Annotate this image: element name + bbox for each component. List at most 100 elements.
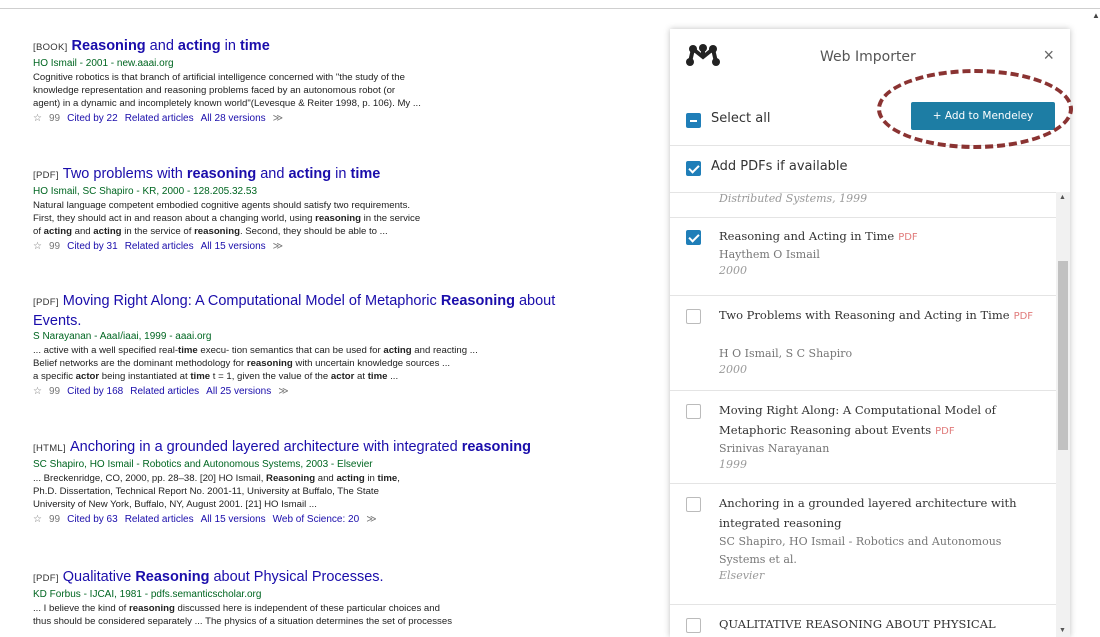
panel-scrollbar[interactable]: ▲ ▼ — [1056, 192, 1070, 637]
search-result: [BOOK] Reasoning and acting in time HO Ism… — [33, 37, 663, 127]
pdf-badge: PDF — [1013, 311, 1034, 322]
result-type-badge: [BOOK] — [33, 42, 68, 53]
result-link[interactable]: Related articles — [125, 113, 194, 124]
list-item[interactable]: Moving Right Along: A Computational Mode… — [670, 391, 1056, 484]
save-star-icon[interactable]: ☆ — [33, 386, 42, 397]
result-link[interactable]: Cited by 31 — [67, 241, 118, 252]
result-snippet: Cognitive robotics is that branch of art… — [33, 72, 421, 109]
select-all-label: Select all — [711, 111, 771, 126]
result-authors[interactable]: KD Forbus - IJCAI, 1981 - pdfs.semantics… — [33, 588, 663, 602]
item-title: QUALITATIVE REASONING ABOUT PHYSICAL — [719, 617, 996, 631]
result-link[interactable]: Related articles — [125, 514, 194, 525]
list-item-previous: Distributed Systems, 1999 — [670, 192, 1056, 218]
item-title: Moving Right Along: A Computational Mode… — [719, 403, 996, 437]
item-checkbox[interactable] — [686, 230, 701, 245]
result-title-link-cont[interactable]: Events. — [33, 312, 663, 330]
previous-item-fragment: Distributed Systems, 1999 — [719, 192, 868, 205]
add-pdfs-checkbox[interactable] — [686, 161, 701, 176]
annotation-ellipse — [877, 69, 1073, 149]
item-year: Elsevier — [719, 569, 765, 582]
item-checkbox[interactable] — [686, 309, 701, 324]
page-scrollbar[interactable]: ▲ — [1090, 8, 1100, 637]
item-authors: Srinivas Narayanan — [719, 442, 830, 455]
add-pdfs-label: Add PDFs if available — [711, 159, 848, 174]
search-result: [PDF] Moving Right Along: A Computational… — [33, 292, 663, 400]
result-links: ☆ 99 Cited by 168 Related articles All 25 ve… — [33, 384, 663, 400]
import-list: Distributed Systems, 1999 Reasoning and … — [670, 192, 1056, 637]
result-authors[interactable]: SC Shapiro, HO Ismail - Robotics and Aut… — [33, 458, 663, 472]
result-links: ☆ 99 Cited by 31 Related articles All 15 ver… — [33, 239, 663, 255]
cite-icon[interactable]: 99 — [49, 241, 60, 252]
result-links: ☆ 99 Cited by 22 Related articles All 28 ver… — [33, 111, 663, 127]
result-link[interactable]: Cited by 168 — [67, 386, 123, 397]
result-type-badge: [PDF] — [33, 573, 59, 584]
scrollbar-thumb[interactable] — [1058, 261, 1068, 450]
result-link[interactable]: Cited by 22 — [67, 113, 118, 124]
scroll-down-icon[interactable]: ▼ — [1059, 627, 1066, 634]
result-link[interactable]: All 15 versions — [201, 241, 266, 252]
result-link[interactable]: Cited by 63 — [67, 514, 118, 525]
result-type-badge: [HTML] — [33, 443, 66, 454]
item-authors: SC Shapiro, HO Ismail - Robotics and Aut… — [719, 535, 1002, 566]
search-result: [PDF] Qualitative Reasoning about Physica… — [33, 568, 663, 628]
item-authors: H O Ismail, S C Shapiro — [719, 347, 853, 360]
item-year: 2000 — [719, 363, 747, 376]
more-icon[interactable]: ≫ — [278, 386, 288, 397]
result-title-link[interactable]: [PDF] Moving Right Along: A Computational… — [33, 292, 663, 312]
panel-title: Web Importer — [820, 49, 916, 65]
result-link[interactable]: All 15 versions — [201, 514, 266, 525]
result-type-badge: [PDF] — [33, 297, 59, 308]
result-links: ☆ 99 Cited by 63 Related articles All 15 ver… — [33, 512, 663, 528]
result-authors[interactable]: HO Ismail, SC Shapiro - KR, 2000 - 128.2… — [33, 185, 663, 199]
result-link[interactable]: All 28 versions — [201, 113, 266, 124]
item-checkbox[interactable] — [686, 618, 701, 633]
item-checkbox[interactable] — [686, 404, 701, 419]
search-results: [BOOK] Reasoning and acting in time HO Ism… — [0, 0, 670, 637]
scroll-up-icon[interactable]: ▲ — [1059, 194, 1066, 201]
item-year: 2000 — [719, 264, 747, 277]
item-title: Anchoring in a grounded layered architec… — [719, 496, 1017, 530]
item-title: Reasoning and Acting in Time PDF — [719, 229, 918, 243]
search-result: [PDF] Two problems with reasoning and act… — [33, 165, 663, 255]
result-link[interactable]: Related articles — [125, 241, 194, 252]
result-snippet: Natural language competent embodied cogn… — [33, 200, 421, 237]
list-item[interactable]: Anchoring in a grounded layered architec… — [670, 484, 1056, 605]
list-item[interactable]: QUALITATIVE REASONING ABOUT PHYSICAL — [670, 605, 1056, 637]
cite-icon[interactable]: 99 — [49, 113, 60, 124]
mendeley-logo-icon — [686, 44, 720, 66]
save-star-icon[interactable]: ☆ — [33, 241, 42, 252]
cite-icon[interactable]: 99 — [49, 514, 60, 525]
more-icon[interactable]: ≫ — [366, 514, 376, 525]
item-year: 1999 — [719, 458, 747, 471]
select-all-checkbox[interactable] — [686, 113, 701, 128]
pdf-badge: PDF — [935, 426, 955, 437]
result-title-link[interactable]: [BOOK] Reasoning and acting in time — [33, 37, 663, 57]
result-link[interactable]: Related articles — [130, 386, 199, 397]
list-item[interactable]: Two Problems with Reasoning and Acting i… — [670, 296, 1056, 391]
item-authors: Haythem O Ismail — [719, 248, 820, 261]
result-snippet: ... active with a well specified real-ti… — [33, 345, 478, 382]
cite-icon[interactable]: 99 — [49, 386, 60, 397]
search-result: [HTML] Anchoring in a grounded layered ar… — [33, 438, 663, 528]
list-item[interactable]: Reasoning and Acting in Time PDF Haythem O… — [670, 217, 1056, 296]
item-checkbox[interactable] — [686, 497, 701, 512]
more-icon[interactable]: ≫ — [273, 113, 283, 124]
result-type-badge: [PDF] — [33, 170, 59, 181]
result-snippet: ... Breckenridge, CO, 2000, pp. 28–38. [… — [33, 473, 400, 510]
close-icon[interactable]: × — [1043, 45, 1054, 66]
result-snippet: ... I believe the kind of reasoning disc… — [33, 603, 452, 627]
result-title-link[interactable]: [PDF] Qualitative Reasoning about Physica… — [33, 568, 663, 588]
result-authors[interactable]: S Narayanan - AaaI/iaai, 1999 - aaai.org — [33, 330, 663, 344]
item-title: Two Problems with Reasoning and Acting i… — [719, 308, 1034, 322]
pdf-badge: PDF — [898, 232, 918, 243]
result-authors[interactable]: HO Ismail - 2001 - new.aaai.org — [33, 57, 663, 71]
result-link[interactable]: Web of Science: 20 — [273, 514, 360, 525]
result-title-link[interactable]: [PDF] Two problems with reasoning and act… — [33, 165, 663, 185]
more-icon[interactable]: ≫ — [273, 241, 283, 252]
save-star-icon[interactable]: ☆ — [33, 113, 42, 124]
add-pdfs-row: Add PDFs if available — [670, 145, 1070, 193]
scroll-up-icon[interactable]: ▲ — [1092, 11, 1100, 20]
save-star-icon[interactable]: ☆ — [33, 514, 42, 525]
result-title-link[interactable]: [HTML] Anchoring in a grounded layered ar… — [33, 438, 663, 458]
result-link[interactable]: All 25 versions — [206, 386, 271, 397]
